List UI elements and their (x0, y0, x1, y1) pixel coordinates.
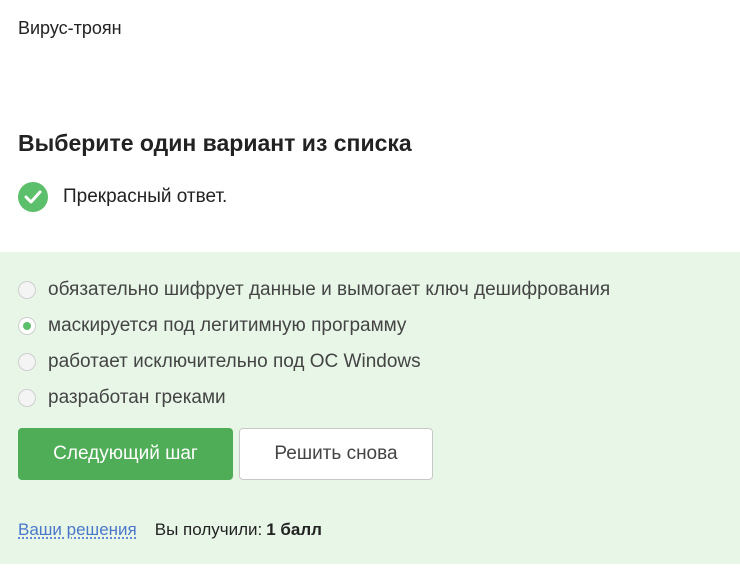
options-list: обязательно шифрует данные и вымогает кл… (18, 272, 610, 416)
option-label[interactable]: разработан греками (48, 387, 226, 409)
solutions-link[interactable]: Ваши решения (18, 520, 137, 540)
radio-button[interactable] (18, 281, 36, 299)
radio-dot-icon (23, 322, 31, 330)
option-item[interactable]: маскируется под легитимную программу (18, 308, 610, 344)
retry-button[interactable]: Решить снова (239, 428, 433, 480)
score-value: 1 балл (266, 520, 322, 539)
option-label[interactable]: маскируется под легитимную программу (48, 315, 406, 337)
score-label: Вы получили: (154, 520, 263, 539)
option-item[interactable]: работает исключительно под ОС Windows (18, 344, 610, 380)
feedback: Прекрасный ответ. (18, 182, 227, 212)
option-label[interactable]: работает исключительно под ОС Windows (48, 351, 421, 373)
radio-button-selected[interactable] (18, 317, 36, 335)
check-icon (18, 182, 48, 212)
option-item[interactable]: обязательно шифрует данные и вымогает кл… (18, 272, 610, 308)
question-text: Вирус-троян (18, 18, 122, 38)
footer: Ваши решения Вы получили: 1 балл (18, 520, 322, 540)
option-label[interactable]: обязательно шифрует данные и вымогает кл… (48, 279, 610, 301)
radio-button[interactable] (18, 389, 36, 407)
option-item[interactable]: разработан греками (18, 380, 610, 416)
radio-button[interactable] (18, 353, 36, 371)
feedback-text: Прекрасный ответ. (63, 186, 228, 207)
next-step-button[interactable]: Следующий шаг (18, 428, 233, 480)
answer-panel: обязательно шифрует данные и вымогает кл… (0, 252, 740, 564)
section-title: Выберите один вариант из списка (18, 130, 412, 156)
